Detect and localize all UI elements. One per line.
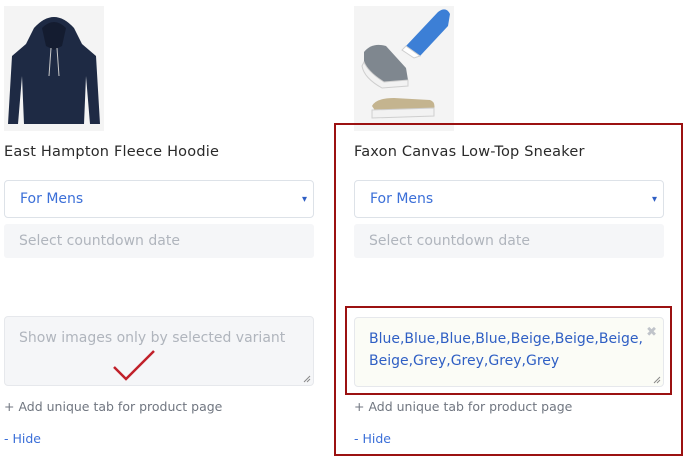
product-image-hoodie[interactable] — [4, 6, 104, 131]
variant-images-textarea[interactable]: Show images only by selected variant — [4, 316, 314, 386]
resize-handle-icon[interactable] — [303, 375, 311, 383]
product-image-sneaker[interactable] — [354, 6, 454, 131]
countdown-date-input[interactable]: Select countdown date — [354, 224, 664, 258]
variant-images-textarea[interactable]: Blue,Blue,Blue,Blue,Beige,Beige,Beige,Be… — [354, 317, 664, 387]
product-card-hoodie: East Hampton Fleece Hoodie For Mens ▾ Se… — [4, 0, 314, 258]
variant-images-value: Blue,Blue,Blue,Blue,Beige,Beige,Beige,Be… — [369, 331, 643, 369]
category-select-value: For Mens — [370, 191, 434, 207]
add-unique-tab-link[interactable]: + Add unique tab for product page — [4, 399, 222, 414]
hoodie-image — [8, 17, 100, 124]
category-select[interactable]: For Mens ▾ — [4, 180, 314, 218]
category-select[interactable]: For Mens ▾ — [354, 180, 664, 218]
check-annotation-icon — [113, 350, 155, 381]
chevron-down-icon: ▾ — [651, 194, 657, 205]
sneakers-image — [361, 9, 450, 119]
clear-icon[interactable]: ✖ — [646, 322, 657, 344]
product-title: East Hampton Fleece Hoodie — [4, 144, 220, 160]
countdown-date-input[interactable]: Select countdown date — [4, 224, 314, 258]
category-select-value: For Mens — [20, 191, 84, 207]
product-title: Faxon Canvas Low-Top Sneaker — [354, 144, 585, 160]
hide-link[interactable]: - Hide — [4, 431, 41, 446]
chevron-down-icon: ▾ — [301, 194, 307, 205]
add-unique-tab-link[interactable]: + Add unique tab for product page — [354, 399, 572, 414]
hide-link[interactable]: - Hide — [354, 431, 391, 446]
variant-images-placeholder: Show images only by selected variant — [19, 330, 286, 346]
resize-handle-icon[interactable] — [653, 376, 661, 384]
product-card-sneaker: Faxon Canvas Low-Top Sneaker For Mens ▾ … — [354, 0, 664, 258]
